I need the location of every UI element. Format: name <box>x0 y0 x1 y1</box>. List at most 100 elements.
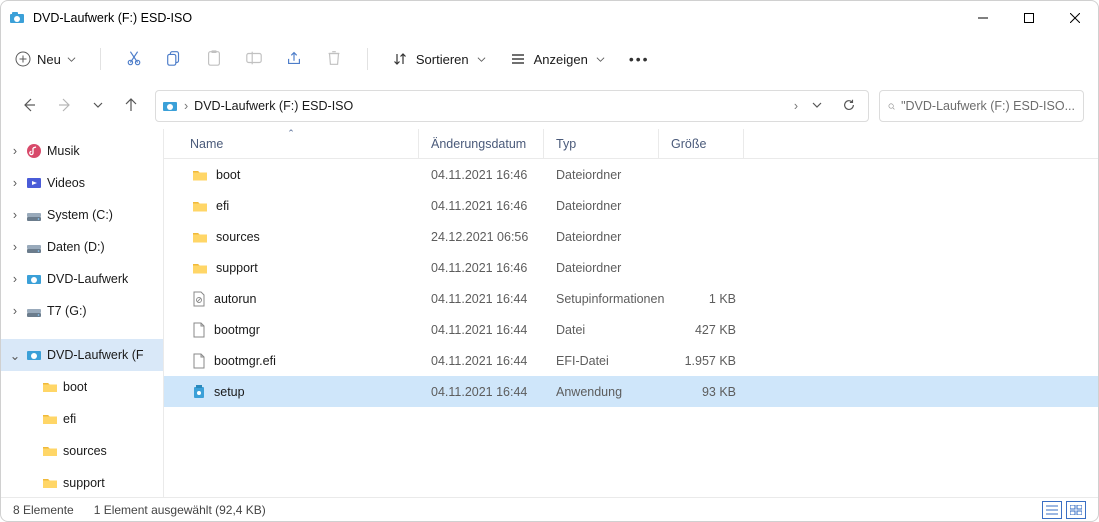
address-bar[interactable]: › DVD-Laufwerk (F:) ESD-ISO › <box>155 90 869 122</box>
up-button[interactable] <box>123 97 139 116</box>
column-name[interactable]: Name ⌃ <box>164 129 419 158</box>
breadcrumb-path[interactable]: DVD-Laufwerk (F:) ESD-ISO <box>194 99 788 113</box>
sidebar-item[interactable]: sources <box>1 435 163 467</box>
view-mode-buttons <box>1042 501 1086 519</box>
details-view-button[interactable] <box>1042 501 1062 519</box>
column-size[interactable]: Größe <box>659 129 744 158</box>
file-date-cell: 04.11.2021 16:44 <box>419 292 544 306</box>
address-dropdown-button[interactable] <box>804 99 830 113</box>
sidebar-item[interactable]: › Videos <box>1 167 163 199</box>
file-row[interactable]: autorun04.11.2021 16:44Setupinformatione… <box>164 283 1098 314</box>
chevron-icon: › <box>9 176 21 190</box>
status-bar: 8 Elemente 1 Element ausgewählt (92,4 KB… <box>1 497 1098 521</box>
file-type-cell: Datei <box>544 323 659 337</box>
nav-arrows <box>15 97 145 116</box>
close-button[interactable] <box>1052 1 1098 35</box>
file-row[interactable]: boot04.11.2021 16:46Dateiordner <box>164 159 1098 190</box>
refresh-button[interactable] <box>836 98 862 115</box>
file-name-cell: sources <box>164 230 419 244</box>
share-icon[interactable] <box>285 49 303 70</box>
view-button[interactable]: Anzeigen <box>510 51 605 67</box>
file-name-cell: boot <box>164 168 419 182</box>
sidebar-item[interactable]: boot <box>1 371 163 403</box>
sidebar-item[interactable]: ⌄ DVD-Laufwerk (F <box>1 339 163 371</box>
minimize-button[interactable] <box>960 1 1006 35</box>
forward-button[interactable] <box>57 97 73 116</box>
copy-icon[interactable] <box>165 49 183 70</box>
sidebar-item-label: DVD-Laufwerk (F <box>47 348 144 362</box>
delete-icon[interactable] <box>325 49 343 70</box>
file-row[interactable]: bootmgr04.11.2021 16:44Datei427 KB <box>164 314 1098 345</box>
sidebar-item-label: Videos <box>47 176 85 190</box>
toolbar: Neu Sortieren Anzeigen ••• <box>1 35 1098 83</box>
sidebar-item-label: System (C:) <box>47 208 113 222</box>
file-type-cell: Dateiordner <box>544 261 659 275</box>
cut-icon[interactable] <box>125 49 143 70</box>
column-date[interactable]: Änderungsdatum <box>419 129 544 158</box>
file-date-cell: 04.11.2021 16:44 <box>419 354 544 368</box>
sidebar-item[interactable]: › T7 (G:) <box>1 295 163 327</box>
file-row[interactable]: bootmgr.efi04.11.2021 16:44EFI-Datei1.95… <box>164 345 1098 376</box>
file-name-cell: bootmgr <box>164 322 419 338</box>
file-size-cell: 1.957 KB <box>659 354 744 368</box>
file-row[interactable]: setup04.11.2021 16:44Anwendung93 KB <box>164 376 1098 407</box>
navigation-row: › DVD-Laufwerk (F:) ESD-ISO › "DVD-Laufw… <box>1 87 1098 125</box>
sidebar-item[interactable]: › Musik <box>1 135 163 167</box>
sidebar-item-label: efi <box>63 412 76 426</box>
column-type[interactable]: Typ <box>544 129 659 158</box>
file-date-cell: 24.12.2021 06:56 <box>419 230 544 244</box>
file-size-cell: 93 KB <box>659 385 744 399</box>
file-type-cell: Dateiordner <box>544 168 659 182</box>
search-icon <box>888 100 895 113</box>
sidebar-item-label: T7 (G:) <box>47 304 87 318</box>
maximize-button[interactable] <box>1006 1 1052 35</box>
file-row[interactable]: support04.11.2021 16:46Dateiordner <box>164 252 1098 283</box>
sidebar-item-label: DVD-Laufwerk <box>47 272 128 286</box>
sidebar-item[interactable]: › System (C:) <box>1 199 163 231</box>
sidebar-item[interactable]: › DVD-Laufwerk <box>1 263 163 295</box>
file-name-cell: bootmgr.efi <box>164 353 419 369</box>
file-list: Name ⌃ Änderungsdatum Typ Größe boot04.1… <box>164 129 1098 497</box>
column-headers: Name ⌃ Änderungsdatum Typ Größe <box>164 129 1098 159</box>
file-type-cell: Setupinformationen <box>544 292 659 306</box>
file-name-cell: setup <box>164 384 419 400</box>
file-date-cell: 04.11.2021 16:44 <box>419 385 544 399</box>
thumbnails-view-button[interactable] <box>1066 501 1086 519</box>
file-type-cell: Dateiordner <box>544 199 659 213</box>
file-row[interactable]: sources24.12.2021 06:56Dateiordner <box>164 221 1098 252</box>
paste-icon[interactable] <box>205 49 223 70</box>
sidebar-item[interactable]: efi <box>1 403 163 435</box>
new-button[interactable]: Neu <box>15 51 76 67</box>
file-date-cell: 04.11.2021 16:46 <box>419 261 544 275</box>
chevron-icon: › <box>9 208 21 222</box>
chevron-icon: › <box>9 144 21 158</box>
sidebar-item[interactable]: ›Daten (D:) <box>1 231 163 263</box>
sidebar-item-label: Musik <box>47 144 80 158</box>
more-button[interactable]: ••• <box>629 51 650 67</box>
clipboard-group <box>125 49 343 70</box>
chevron-icon: ⌄ <box>9 348 21 363</box>
navigation-pane[interactable]: ›Musik›Videos›System (C:)›Daten (D:)›DVD… <box>1 129 164 497</box>
recent-locations-button[interactable] <box>93 99 103 113</box>
file-type-cell: Dateiordner <box>544 230 659 244</box>
window-controls <box>960 1 1098 35</box>
sidebar-item[interactable]: support <box>1 467 163 497</box>
file-row[interactable]: efi04.11.2021 16:46Dateiordner <box>164 190 1098 221</box>
sort-button[interactable]: Sortieren <box>392 51 486 67</box>
window-title: DVD-Laufwerk (F:) ESD-ISO <box>33 11 960 25</box>
dvd-drive-icon <box>162 98 178 114</box>
file-rows: boot04.11.2021 16:46Dateiordnerefi04.11.… <box>164 159 1098 497</box>
sidebar-item-label: sources <box>63 444 107 458</box>
toolbar-divider <box>367 48 368 70</box>
file-name-cell: efi <box>164 199 419 213</box>
rename-icon[interactable] <box>245 49 263 70</box>
back-button[interactable] <box>21 97 37 116</box>
search-box[interactable]: "DVD-Laufwerk (F:) ESD-ISO... <box>879 90 1084 122</box>
chevron-icon: › <box>9 240 21 254</box>
file-date-cell: 04.11.2021 16:46 <box>419 168 544 182</box>
chevron-icon: › <box>9 304 21 318</box>
breadcrumb-sep: › <box>794 99 798 113</box>
chevron-icon: › <box>9 272 21 286</box>
sort-indicator-icon: ⌃ <box>287 128 295 139</box>
title-bar: DVD-Laufwerk (F:) ESD-ISO <box>1 1 1098 35</box>
